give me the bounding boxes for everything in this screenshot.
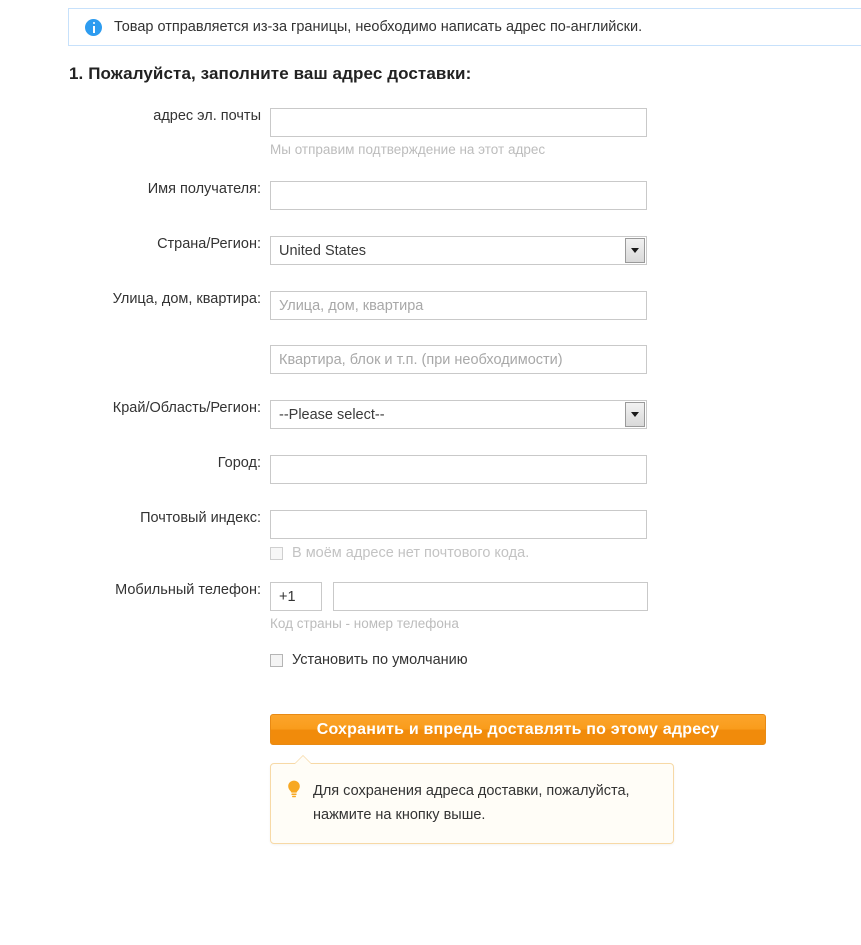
form-row-street: Улица, дом, квартира: [0,291,861,320]
save-field-group: Сохранить и впредь доставлять по этому а… [270,714,861,745]
street-field-group [270,291,861,320]
city-label: Город: [217,455,261,471]
info-alert-banner: Товар отправляется из-за границы, необхо… [68,8,861,46]
state-label: Край/Область/Регион: [112,400,261,416]
form-row-email: адрес эл. почты Мы отправим подтверждени… [0,108,861,158]
no-postal-code-label: В моём адресе нет почтового кода. [292,545,530,561]
callout-field-group: Для сохранения адреса доставки, пожалуйс… [270,755,861,844]
save-address-button[interactable]: Сохранить и впредь доставлять по этому а… [270,714,766,745]
form-row-recipient: Имя получателя: [0,181,861,210]
page-title: 1. Пожалуйста, заполните ваш адрес доста… [69,64,472,83]
save-hint-text: Для сохранения адреса доставки, пожалуйс… [313,779,630,827]
postal-label: Почтовый индекс: [140,510,261,526]
country-select[interactable]: United States [270,236,647,265]
lightbulb-icon [287,780,301,798]
phone-inputs [270,582,861,611]
city-input[interactable] [270,455,647,484]
info-alert-message: Товар отправляется из-за границы, необхо… [114,19,643,35]
form-row-postal: Почтовый индекс: В моём адресе нет почто… [0,510,861,561]
phone-field-group: Код страны - номер телефона [270,582,861,632]
recipient-field-group [270,181,861,210]
form-row-state: Край/Область/Регион: --Please select-- [0,400,861,429]
phone-hint: Код страны - номер телефона [270,616,459,631]
no-postal-code-checkbox-row[interactable]: В моём адресе нет почтового кода. [270,545,861,561]
country-label: Страна/Регион: [157,236,261,252]
set-default-label: Установить по умолчанию [292,652,468,668]
phone-country-code-input[interactable] [270,582,322,611]
email-label: адрес эл. почты [153,108,261,124]
form-row-city: Город: [0,455,861,484]
city-field-group [270,455,861,484]
form-row-apartment [0,345,861,374]
phone-label: Мобильный телефон: [115,582,261,598]
save-hint-line1: Для сохранения адреса доставки, пожалуйс… [313,783,630,799]
recipient-label: Имя получателя: [147,181,261,197]
set-default-checkbox[interactable] [270,653,283,667]
country-select-value: United States [279,242,367,259]
email-input[interactable] [270,108,647,137]
street-address-input[interactable] [270,291,647,320]
country-field-group: United States [270,236,861,265]
shipping-address-form: адрес эл. почты Мы отправим подтверждени… [0,108,861,844]
save-hint-callout: Для сохранения адреса доставки, пожалуйс… [270,755,674,844]
chevron-down-icon[interactable] [625,402,645,427]
state-select-value: --Please select-- [279,406,385,423]
email-hint: Мы отправим подтверждение на этот адрес [270,142,546,157]
form-row-callout: Для сохранения адреса доставки, пожалуйс… [0,755,861,844]
postal-code-input[interactable] [270,510,647,539]
save-hint-line2: нажмите на кнопку выше. [313,807,486,823]
chevron-down-icon[interactable] [625,238,645,263]
info-circle-icon [85,18,102,36]
form-row-country: Страна/Регион: United States [0,236,861,265]
email-field-group: Мы отправим подтверждение на этот адрес [270,108,861,158]
state-select[interactable]: --Please select-- [270,400,647,429]
state-field-group: --Please select-- [270,400,861,429]
recipient-name-input[interactable] [270,181,647,210]
form-row-default: Установить по умолчанию [0,652,861,668]
apartment-field-group [270,345,861,374]
apartment-input[interactable] [270,345,647,374]
street-label: Улица, дом, квартира: [112,291,261,307]
phone-number-input[interactable] [333,582,648,611]
no-postal-code-checkbox [270,546,283,560]
default-field-group: Установить по умолчанию [270,652,861,668]
postal-field-group: В моём адресе нет почтового кода. [270,510,861,561]
form-row-phone: Мобильный телефон: Код страны - номер те… [0,582,861,632]
form-row-save: Сохранить и впредь доставлять по этому а… [0,714,861,745]
set-default-checkbox-row[interactable]: Установить по умолчанию [270,652,861,668]
